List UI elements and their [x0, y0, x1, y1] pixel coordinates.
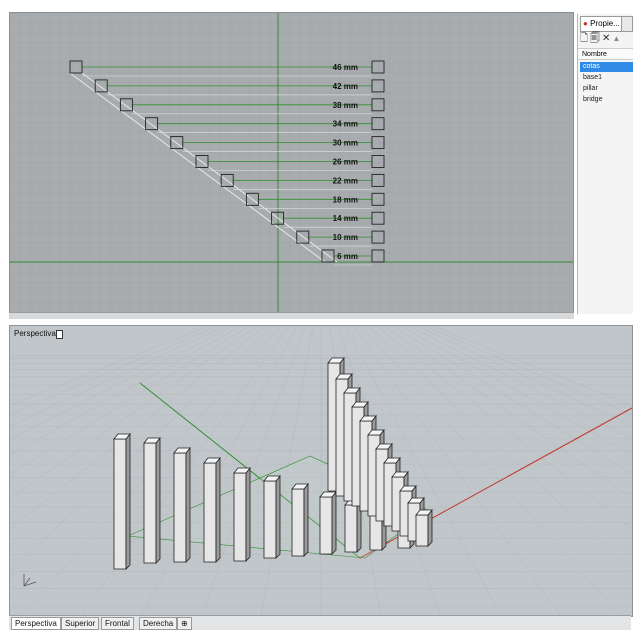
top-view-canvas[interactable]: 46 mm 42 mm 38 mm 34 mm 30 mm 26 mm 22 mm 18 mm… — [10, 13, 573, 313]
new-layer-icon[interactable]: 🗋 — [580, 33, 588, 44]
viewport-menu-icon[interactable] — [56, 330, 63, 339]
layer-item[interactable]: cotas — [580, 62, 633, 72]
dimension-label: 34 mm — [333, 120, 358, 129]
properties-tab-label: Propie... — [590, 19, 620, 28]
viewport-tab[interactable]: Derecha — [139, 617, 178, 630]
left-pillar-side — [155, 436, 161, 564]
left-pillar-side — [185, 446, 191, 563]
top-grid — [10, 13, 573, 313]
dimension-label: 6 mm — [337, 252, 358, 261]
left-pillar[interactable] — [344, 504, 358, 553]
move-up-icon[interactable]: ▲ — [612, 34, 620, 43]
pillar-square-right[interactable] — [371, 211, 385, 225]
viewport-tab[interactable]: Perspectiva — [11, 617, 61, 630]
left-pillar-side — [245, 466, 251, 562]
layer-item[interactable]: bridge — [580, 95, 633, 105]
layer-item[interactable]: pillar — [580, 84, 633, 94]
left-pillar[interactable] — [319, 496, 333, 555]
dimension-label: 26 mm — [333, 158, 358, 167]
new-sublayer-icon[interactable]: 🗐 — [590, 33, 600, 44]
viewport-tab[interactable]: Superior — [61, 617, 100, 630]
pillar-square-right[interactable] — [371, 136, 385, 150]
delete-layer-icon[interactable]: ✕ — [602, 33, 610, 44]
viewport-tab[interactable]: Frontal — [101, 617, 134, 630]
right-pillar-side — [427, 508, 433, 547]
pillar-square-right[interactable] — [371, 173, 385, 187]
viewport-tabs: Perspectiva Superior Frontal Derecha ⊕ — [9, 615, 631, 630]
right-pillar[interactable] — [415, 514, 429, 547]
left-pillar-side — [331, 490, 337, 555]
pillar-square-right[interactable] — [371, 98, 385, 112]
layer-item[interactable]: base1 — [580, 73, 633, 83]
viewport-title[interactable]: Perspectiva — [12, 328, 58, 339]
left-pillar[interactable] — [173, 452, 187, 563]
layers-panel: ● Propie... 🗋 🗐 ✕ ▲ Nombre cotas base1 pillar… — [577, 14, 633, 314]
top-viewport[interactable]: 46 mm 42 mm 38 mm 34 mm 30 mm 26 mm 22 mm 18 mm… — [9, 12, 574, 314]
perspective-viewport[interactable]: Perspectiva — [9, 325, 633, 617]
layers-tab[interactable] — [621, 16, 633, 32]
left-pillar-side — [215, 456, 221, 563]
left-pillar-side — [275, 474, 281, 559]
dimension-label: 18 mm — [333, 195, 358, 204]
left-pillar[interactable] — [113, 438, 127, 570]
viewport-tab[interactable]: ⊕ — [177, 617, 192, 630]
left-pillar-side — [303, 482, 309, 557]
properties-icon: ● — [583, 19, 588, 28]
left-pillar[interactable] — [263, 480, 277, 559]
pillar-square-right[interactable] — [371, 155, 385, 168]
pillar-square-right[interactable] — [371, 249, 385, 263]
dimension-label: 30 mm — [333, 139, 358, 148]
dimension-label: 46 mm — [333, 63, 358, 72]
dimension-label: 14 mm — [333, 214, 358, 223]
pillar-square-right[interactable] — [371, 117, 385, 131]
perspective-canvas[interactable] — [10, 326, 632, 616]
dimension-label: 22 mm — [333, 176, 358, 185]
left-pillar[interactable] — [233, 472, 247, 562]
layers-toolbar: 🗋 🗐 ✕ ▲ — [580, 33, 632, 45]
left-pillar[interactable] — [291, 488, 305, 557]
left-pillar[interactable] — [203, 462, 217, 563]
dimension-label: 42 mm — [333, 82, 358, 91]
left-pillar-side — [125, 432, 131, 570]
properties-tab[interactable]: ● Propie... — [580, 16, 622, 32]
top-viewport-tabs — [9, 312, 574, 319]
pillar-square-right[interactable] — [371, 192, 385, 206]
dimension-label: 38 mm — [333, 101, 358, 110]
left-pillar[interactable] — [143, 442, 157, 564]
dimension-label: 10 mm — [333, 233, 358, 242]
pillar-square-right[interactable] — [371, 79, 385, 93]
layers-column-header: Nombre — [578, 48, 633, 60]
